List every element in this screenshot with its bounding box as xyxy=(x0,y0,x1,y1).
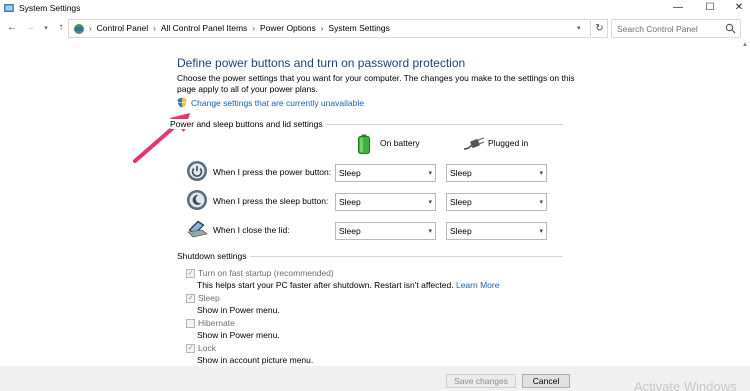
sleep-button-icon xyxy=(187,190,207,210)
learn-more-link[interactable]: Learn More xyxy=(456,280,499,290)
back-arrow-icon[interactable]: ← xyxy=(6,22,18,33)
breadcrumb-all-items[interactable]: All Control Panel Items xyxy=(161,23,247,33)
chevron-down-icon: ▾ xyxy=(428,170,432,177)
chevron-down-icon: ▾ xyxy=(428,199,432,206)
select-value: Sleep xyxy=(450,168,472,178)
breadcrumb-system-settings[interactable]: System Settings xyxy=(328,23,389,33)
search-placeholder: Search Control Panel xyxy=(617,24,698,34)
breadcrumb-control-panel[interactable]: Control Panel xyxy=(97,23,149,33)
lock-description: Show in account picture menu. xyxy=(197,355,314,365)
sleep-button-plugged-select[interactable]: Sleep ▾ xyxy=(446,193,547,211)
select-value: Sleep xyxy=(339,226,361,236)
address-dropdown-chevron-icon[interactable]: ▾ xyxy=(577,24,581,32)
maximize-button[interactable]: ☐ xyxy=(694,0,726,16)
battery-icon xyxy=(358,134,370,154)
breadcrumb-power-options[interactable]: Power Options xyxy=(260,23,316,33)
power-section-title: Power and sleep buttons and lid settings xyxy=(170,119,327,129)
sleep-description: Show in Power menu. xyxy=(197,305,280,315)
sleep-checkbox[interactable]: ✓ xyxy=(186,294,195,303)
up-arrow-icon[interactable]: ↑ xyxy=(55,22,67,33)
chevron-down-icon: ▾ xyxy=(539,170,543,177)
page-title: Define power buttons and turn on passwor… xyxy=(177,56,466,70)
close-lid-plugged-select[interactable]: Sleep ▾ xyxy=(446,222,547,240)
select-value: Sleep xyxy=(339,168,361,178)
breadcrumb-separator-icon: › xyxy=(320,23,324,33)
page-description: Choose the power settings that you want … xyxy=(177,73,575,94)
select-value: Sleep xyxy=(339,197,361,207)
select-value: Sleep xyxy=(450,226,472,236)
breadcrumb: › Control Panel › All Control Panel Item… xyxy=(89,23,390,33)
fast-startup-desc-text: This helps start your PC faster after sh… xyxy=(197,280,454,290)
minimize-button[interactable]: — xyxy=(662,0,694,16)
sleep-button-battery-select[interactable]: Sleep ▾ xyxy=(335,193,436,211)
forward-arrow-icon[interactable]: → xyxy=(24,22,36,33)
laptop-lid-icon xyxy=(187,220,208,238)
search-input[interactable]: Search Control Panel xyxy=(611,19,741,38)
shutdown-section-title: Shutdown settings xyxy=(177,251,251,261)
column-header-plugged-in: Plugged in xyxy=(488,138,529,148)
lock-checkbox[interactable]: ✓ xyxy=(186,344,195,353)
fast-startup-description: This helps start your PC faster after sh… xyxy=(197,280,499,290)
power-button-icon xyxy=(187,161,207,181)
activate-windows-watermark: Activate Windows xyxy=(634,379,737,391)
title-bar: System Settings — ☐ ✕ xyxy=(0,0,750,16)
hibernate-description: Show in Power menu. xyxy=(197,330,280,340)
control-panel-icon xyxy=(74,24,84,34)
breadcrumb-separator-icon: › xyxy=(252,23,255,33)
hibernate-checkbox[interactable] xyxy=(186,319,195,328)
refresh-icon[interactable]: ↻ xyxy=(592,19,608,38)
scroll-up-icon[interactable]: ▲ xyxy=(742,42,750,50)
change-settings-link[interactable]: Change settings that are currently unava… xyxy=(191,98,364,108)
fast-startup-checkbox[interactable]: ✓ xyxy=(186,269,195,278)
sleep-button-label: When I press the sleep button: xyxy=(213,196,329,206)
sleep-label: Sleep xyxy=(198,293,220,303)
address-bar[interactable]: › Control Panel › All Control Panel Item… xyxy=(68,19,591,38)
select-value: Sleep xyxy=(450,197,472,207)
power-button-label: When I press the power button: xyxy=(213,167,332,177)
fast-startup-label: Turn on fast startup (recommended) xyxy=(198,268,334,278)
cancel-button[interactable]: Cancel xyxy=(522,374,570,388)
power-button-battery-select[interactable]: Sleep ▾ xyxy=(335,164,436,182)
chevron-down-icon: ▾ xyxy=(539,228,543,235)
chevron-down-icon: ▾ xyxy=(539,199,543,206)
search-icon xyxy=(725,23,736,34)
breadcrumb-separator-icon: › xyxy=(89,23,92,33)
hibernate-label: Hibernate xyxy=(198,318,235,328)
close-lid-battery-select[interactable]: Sleep ▾ xyxy=(335,222,436,240)
column-header-on-battery: On battery xyxy=(380,138,420,148)
close-button[interactable]: ✕ xyxy=(723,0,750,16)
power-button-plugged-select[interactable]: Sleep ▾ xyxy=(446,164,547,182)
chevron-down-icon: ▾ xyxy=(428,228,432,235)
recent-locations-chevron-icon[interactable]: ▾ xyxy=(40,24,52,32)
close-lid-label: When I close the lid: xyxy=(213,225,290,235)
save-changes-button[interactable]: Save changes xyxy=(446,374,516,388)
breadcrumb-separator-icon: › xyxy=(153,23,156,33)
system-settings-icon xyxy=(4,4,14,12)
power-plug-icon xyxy=(463,137,485,150)
uac-shield-icon xyxy=(177,97,187,108)
lock-label: Lock xyxy=(198,343,216,353)
window-title: System Settings xyxy=(19,3,81,13)
